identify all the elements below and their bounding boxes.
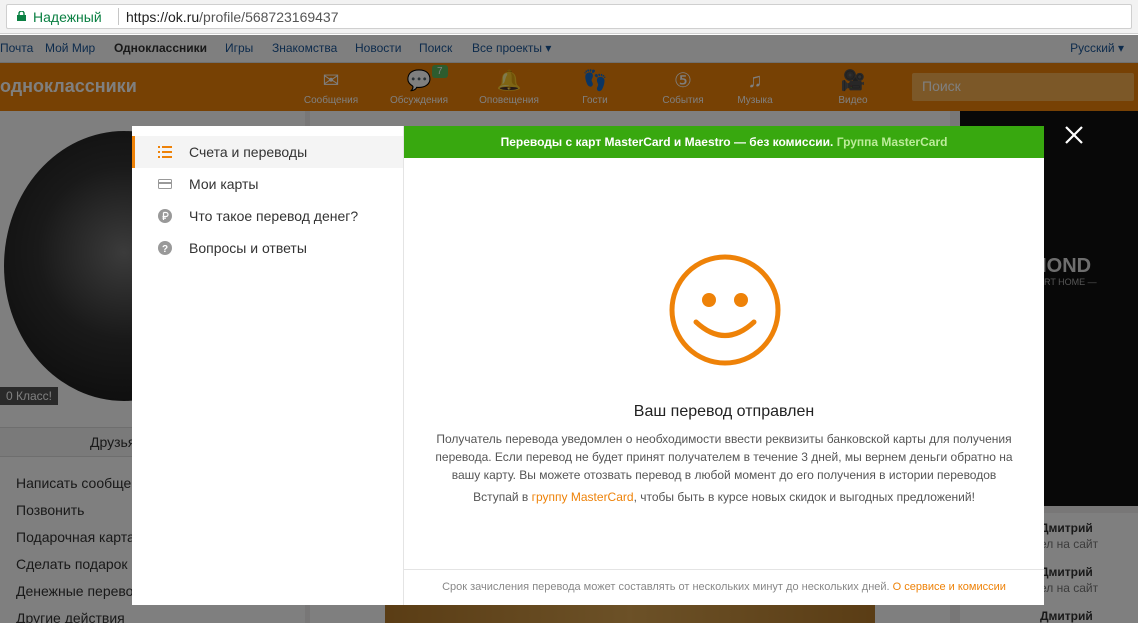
url-text[interactable]: https://ok.ru/profile/568723169437 xyxy=(126,9,339,25)
join-prefix: Вступай в xyxy=(473,490,532,504)
menu-label: Мои карты xyxy=(189,176,259,192)
menu-my-cards[interactable]: Мои карты xyxy=(132,168,403,200)
list-icon xyxy=(158,146,172,158)
footer-note-text: Срок зачисления перевода может составлят… xyxy=(442,581,893,593)
footer-divider xyxy=(404,569,1044,570)
money-transfer-dialog: Счета и переводы Мои карты Что такое пер… xyxy=(132,126,1044,605)
url-path: /profile/568723169437 xyxy=(199,9,339,25)
promo-group-link[interactable]: Группа MasterCard xyxy=(837,135,948,149)
url-host: https://ok.ru xyxy=(126,9,200,25)
service-info-link[interactable]: О сервисе и комиссии xyxy=(893,581,1006,593)
join-suffix: , чтобы быть в курсе новых скидок и выго… xyxy=(633,490,975,504)
svg-text:?: ? xyxy=(162,244,168,255)
lock-icon xyxy=(17,11,26,21)
menu-faq[interactable]: ? Вопросы и ответы xyxy=(132,232,403,264)
smiley-icon xyxy=(669,254,781,366)
browser-address-bar: Надежный https://ok.ru/profile/568723169… xyxy=(0,0,1138,34)
address-separator xyxy=(118,8,119,25)
join-group-link[interactable]: группу MasterCard xyxy=(532,490,634,504)
promo-banner[interactable]: Переводы с карт MasterCard и Maestro — б… xyxy=(404,126,1044,158)
transfer-menu: Счета и переводы Мои карты Что такое пер… xyxy=(132,126,404,605)
promo-text: Переводы с карт MasterCard и Maestro — б… xyxy=(500,135,834,149)
footer-note: Срок зачисления перевода может составлят… xyxy=(404,581,1044,593)
url-field[interactable]: Надежный https://ok.ru/profile/568723169… xyxy=(6,4,1132,29)
menu-what-is-transfer[interactable]: Что такое перевод денег? xyxy=(132,200,403,232)
menu-label: Что такое перевод денег? xyxy=(189,208,359,224)
join-group-text: Вступай в группу MasterCard, чтобы быть … xyxy=(404,490,1044,504)
menu-label: Счета и переводы xyxy=(189,144,308,160)
success-title: Ваш перевод отправлен xyxy=(633,403,815,420)
transfer-result: Переводы с карт MasterCard и Maestro — б… xyxy=(404,126,1044,605)
success-description: Получатель перевода уведомлен о необходи… xyxy=(435,432,1013,482)
menu-label: Вопросы и ответы xyxy=(189,240,307,256)
question-icon: ? xyxy=(158,241,172,255)
secure-label: Надежный xyxy=(33,9,102,25)
close-icon[interactable] xyxy=(1062,123,1086,147)
ruble-icon xyxy=(158,209,172,223)
card-icon xyxy=(158,179,172,189)
menu-accounts-transfers[interactable]: Счета и переводы xyxy=(132,136,403,168)
